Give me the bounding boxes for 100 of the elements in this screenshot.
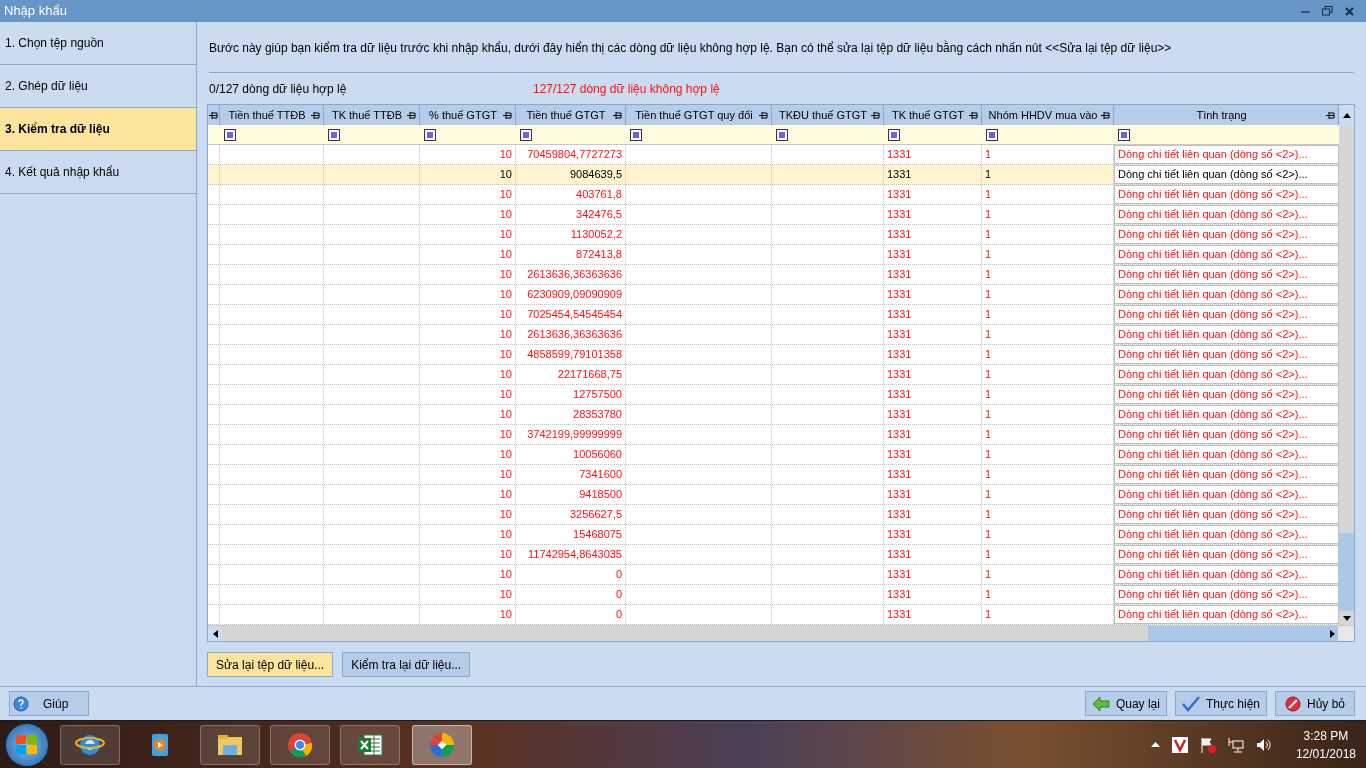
pin-icon[interactable]: [209, 110, 218, 120]
start-button[interactable]: [5, 722, 49, 767]
table-cell: 10: [420, 225, 516, 244]
table-cell: 2613636,36363636: [516, 265, 626, 284]
table-cell: 0: [516, 585, 626, 604]
taskbar-button[interactable]: [412, 724, 472, 765]
table-cell: 10: [420, 165, 516, 184]
filter-icon[interactable]: [328, 128, 340, 141]
nav-button[interactable]: Hủy bỏ: [1275, 691, 1355, 716]
filter-icon[interactable]: [986, 128, 998, 141]
filter-icon[interactable]: [1118, 128, 1130, 141]
pin-icon[interactable]: [1101, 110, 1110, 120]
wizard-step[interactable]: 3. Kiểm tra dữ liệu: [0, 108, 196, 151]
table-row[interactable]: 10 2613636,36363636 1331 1 Dòng chi tiết liên quan (dòng số <2>)...: [208, 325, 1339, 345]
filter-icon[interactable]: [520, 128, 532, 141]
table-cell: 403761,8: [516, 185, 626, 204]
filter-icon[interactable]: [888, 128, 900, 141]
table-row[interactable]: 10 0 1331 1 Dòng chi tiết liên quan (dòng số <2>)...: [208, 565, 1339, 585]
table-cell: 1331: [884, 425, 982, 444]
table-cell: 9084639,5: [516, 165, 626, 184]
table-row[interactable]: 10 6230909,09090909 1331 1 Dòng chi tiết liên quan (dòng số <2>)...: [208, 285, 1339, 305]
taskbar-button[interactable]: [270, 724, 330, 765]
antivirus-icon[interactable]: [1171, 736, 1188, 753]
table-cell: 28353780: [516, 405, 626, 424]
nav-button[interactable]: Quay lại: [1084, 691, 1167, 716]
filter-icon[interactable]: [224, 128, 236, 141]
table-cell: 10: [420, 305, 516, 324]
table-row[interactable]: 10 7025454,54545454 1331 1 Dòng chi tiết liên quan (dòng số <2>)...: [208, 305, 1339, 325]
action-button[interactable]: Sửa lại tệp dữ liệu...: [207, 652, 334, 677]
table-cell: 10: [420, 245, 516, 264]
nav-button[interactable]: Thực hiện: [1174, 691, 1267, 716]
table-row[interactable]: 10 3742199,99999999 1331 1 Dòng chi tiết liên quan (dòng số <2>)...: [208, 425, 1339, 445]
left-arrow-icon[interactable]: [212, 629, 218, 638]
table-row[interactable]: 10 9418500 1331 1 Dòng chi tiết liên quan (dòng số <2>)...: [208, 485, 1339, 505]
table-row[interactable]: 10 28353780 1331 1 Dòng chi tiết liên quan (dòng số <2>)...: [208, 405, 1339, 425]
pin-icon[interactable]: [311, 110, 320, 120]
pin-icon[interactable]: [871, 110, 880, 120]
table-cell: Dòng chi tiết liên quan (dòng số <2>)...: [1114, 525, 1339, 544]
table-row[interactable]: 10 9084639,5 1331 1 Dòng chi tiết liên quan (dòng số <2>)...: [208, 165, 1339, 185]
up-arrow-icon[interactable]: [1150, 742, 1160, 747]
table-cell: 10: [420, 525, 516, 544]
table-row[interactable]: 10 22171668,75 1331 1 Dòng chi tiết liên quan (dòng số <2>)...: [208, 365, 1339, 385]
scroll-thumb[interactable]: [1339, 533, 1354, 611]
table-cell: 10: [420, 345, 516, 364]
filter-icon[interactable]: [630, 128, 642, 141]
pin-icon[interactable]: [407, 110, 416, 120]
scroll-thumb[interactable]: [1148, 626, 1326, 641]
up-arrow-icon[interactable]: [1342, 112, 1351, 118]
close-icon[interactable]: [1345, 6, 1354, 16]
table-row[interactable]: 10 4858599,79101358 1331 1 Dòng chi tiết liên quan (dòng số <2>)...: [208, 345, 1339, 365]
windows-logo-icon: [16, 734, 38, 755]
table-row[interactable]: 10 2613636,36363636 1331 1 Dòng chi tiết liên quan (dòng số <2>)...: [208, 265, 1339, 285]
table-cell: 10: [420, 505, 516, 524]
table-row[interactable]: 10 0 1331 1 Dòng chi tiết liên quan (dòng số <2>)...: [208, 605, 1339, 625]
table-cell: 3256627,5: [516, 505, 626, 524]
table-row[interactable]: 10 12757500 1331 1 Dòng chi tiết liên quan (dòng số <2>)...: [208, 385, 1339, 405]
table-cell: Dòng chi tiết liên quan (dòng số <2>)...: [1114, 505, 1339, 524]
wizard-step[interactable]: 4. Kết quả nhập khẩu: [0, 151, 196, 194]
filter-icon[interactable]: [424, 128, 436, 141]
table-row[interactable]: 10 0 1331 1 Dòng chi tiết liên quan (dòng số <2>)...: [208, 585, 1339, 605]
taskbar-button[interactable]: [60, 724, 120, 765]
table-cell: 1331: [884, 545, 982, 564]
pin-icon[interactable]: [613, 110, 622, 120]
left-arrow-icon: [1091, 695, 1110, 712]
filter-icon[interactable]: [776, 128, 788, 141]
table-row[interactable]: 10 15468075 1331 1 Dòng chi tiết liên quan (dòng số <2>)...: [208, 525, 1339, 545]
pin-icon[interactable]: [503, 110, 512, 120]
taskbar-button[interactable]: [340, 724, 400, 765]
table-cell: 342476,5: [516, 205, 626, 224]
table-row[interactable]: 10 10056060 1331 1 Dòng chi tiết liên quan (dòng số <2>)...: [208, 445, 1339, 465]
table-cell: Dòng chi tiết liên quan (dòng số <2>)...: [1114, 305, 1339, 324]
clock-date: 12/01/2018: [1295, 745, 1356, 763]
cancel-icon: [1285, 695, 1301, 712]
table-row[interactable]: 10 342476,5 1331 1 Dòng chi tiết liên quan (dòng số <2>)...: [208, 205, 1339, 225]
down-arrow-icon[interactable]: [1342, 615, 1351, 621]
wizard-step[interactable]: 1. Chọn tệp nguồn: [0, 22, 196, 65]
table-row[interactable]: 10 1130052,2 1331 1 Dòng chi tiết liên quan (dòng số <2>)...: [208, 225, 1339, 245]
restore-icon[interactable]: [1322, 6, 1333, 16]
taskbar-button[interactable]: [200, 724, 260, 765]
network-icon[interactable]: [1227, 736, 1244, 753]
table-cell: 7025454,54545454: [516, 305, 626, 324]
table-row[interactable]: 10 7341600 1331 1 Dòng chi tiết liên quan (dòng số <2>)...: [208, 465, 1339, 485]
flag-icon[interactable]: [1199, 736, 1216, 753]
help-button[interactable]: Giúp: [9, 691, 89, 716]
table-cell: 10: [420, 365, 516, 384]
pin-icon[interactable]: [969, 110, 978, 120]
table-row[interactable]: 10 3256627,5 1331 1 Dòng chi tiết liên quan (dòng số <2>)...: [208, 505, 1339, 525]
table-cell: 10: [420, 285, 516, 304]
table-row[interactable]: 10 11742954,8643035 1331 1 Dòng chi tiết liên quan (dòng số <2>)...: [208, 545, 1339, 565]
table-cell: 2613636,36363636: [516, 325, 626, 344]
table-cell: 4858599,79101358: [516, 345, 626, 364]
pin-icon[interactable]: [759, 110, 768, 120]
table-cell: 1130052,2: [516, 225, 626, 244]
table-row[interactable]: 10 872413,8 1331 1 Dòng chi tiết liên quan (dòng số <2>)...: [208, 245, 1339, 265]
table-row[interactable]: 10 70459804,7727273 1331 1 Dòng chi tiết liên quan (dòng số <2>)...: [208, 145, 1339, 165]
table-row[interactable]: 10 403761,8 1331 1 Dòng chi tiết liên quan (dòng số <2>)...: [208, 185, 1339, 205]
right-arrow-icon[interactable]: [1329, 629, 1335, 638]
table-cell: 11742954,8643035: [516, 545, 626, 564]
action-button[interactable]: Kiểm tra lại dữ liệu...: [342, 652, 471, 677]
pin-icon[interactable]: [1326, 110, 1335, 120]
